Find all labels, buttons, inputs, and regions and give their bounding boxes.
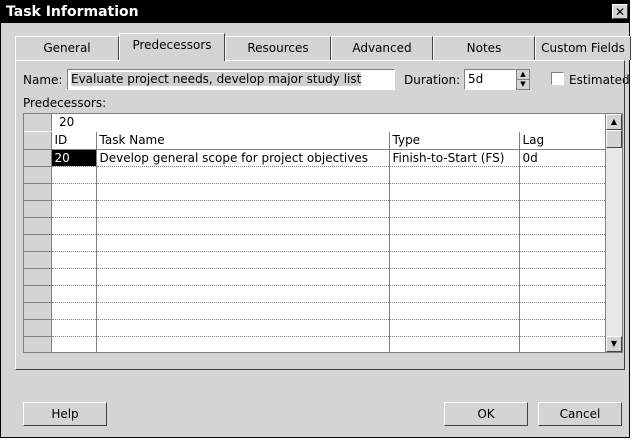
window-title: Task Information: [6, 4, 139, 20]
ok-button[interactable]: OK: [444, 402, 528, 426]
task-information-dialog: Task Information ✕ General Predecessors …: [0, 0, 631, 438]
title-bar: Task Information ✕: [1, 1, 629, 23]
tab-general[interactable]: General: [15, 36, 119, 60]
tab-predecessors[interactable]: Predecessors: [119, 33, 225, 61]
tab-notes-label: Notes: [466, 41, 502, 55]
tab-resources-label: Resources: [247, 41, 309, 55]
tab-general-label: General: [43, 41, 91, 55]
tab-notes[interactable]: Notes: [433, 36, 535, 60]
tab-custom-fields-label: Custom Fields: [541, 41, 625, 55]
help-button[interactable]: Help: [23, 402, 107, 426]
tab-custom-fields[interactable]: Custom Fields: [535, 36, 631, 60]
tab-advanced[interactable]: Advanced: [331, 36, 433, 60]
cancel-button[interactable]: Cancel: [538, 402, 622, 426]
tab-predecessors-label: Predecessors: [132, 38, 212, 52]
tab-resources[interactable]: Resources: [225, 36, 331, 60]
close-icon[interactable]: ✕: [612, 4, 628, 19]
predecessors-panel: [15, 60, 625, 370]
tab-advanced-label: Advanced: [352, 41, 412, 55]
